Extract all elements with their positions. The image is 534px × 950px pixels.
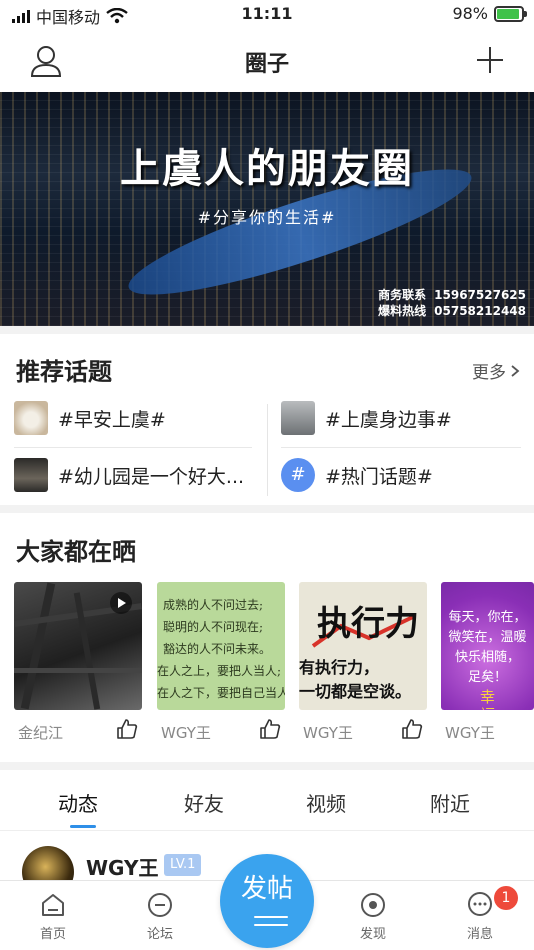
message-badge: 1 xyxy=(494,886,518,910)
nav-label: 消息 xyxy=(466,927,493,942)
showcase-author: WGY王 xyxy=(161,724,211,742)
image-text-line: 每天，你在， xyxy=(448,610,527,625)
post-username[interactable]: WGY王 xyxy=(86,852,159,881)
contact-label: 爆料热线 xyxy=(378,304,427,318)
active-tab-indicator xyxy=(70,825,96,828)
nav-label: 论坛 xyxy=(146,927,173,942)
battery-info: 98% xyxy=(452,4,527,23)
showcase-image: 成熟的人不问过去; 聪明的人不问现在; 豁达的人不问未来。 在人之上，要把人当人… xyxy=(157,582,285,710)
topic-thumbnail xyxy=(14,458,48,492)
image-text-line: 一切都是空谈。 xyxy=(299,682,412,701)
menu-line xyxy=(254,916,288,918)
home-icon xyxy=(42,894,64,916)
banner-contacts: 商务联系 15967527625 爆料热线 05758212448 xyxy=(378,287,526,319)
nav-label: 首页 xyxy=(39,927,66,942)
topic-name: #早安上虞# xyxy=(58,408,166,431)
chevron-right-icon xyxy=(511,364,520,377)
image-text-line: 在人之上，要把人当人; xyxy=(157,664,282,678)
nav-label: 发现 xyxy=(359,927,386,942)
tab-videos[interactable]: 视频 xyxy=(306,788,346,817)
banner-slogan: #分享你的生活# xyxy=(197,208,337,227)
image-text-line: 足矣！ xyxy=(467,670,507,685)
topic-column-divider xyxy=(267,404,268,496)
nav-discover[interactable]: 发现 xyxy=(343,891,403,942)
contact-value: 05758212448 xyxy=(434,304,526,318)
image-text-line: 聪明的人不问现在; xyxy=(163,620,264,634)
showcase-author: WGY王 xyxy=(303,724,353,742)
image-text-line: 执行力 xyxy=(317,604,419,644)
tab-dynamic[interactable]: 动态 xyxy=(58,788,98,817)
showcase-author: WGY王 xyxy=(445,724,495,742)
more-topics-link[interactable]: 更多 xyxy=(472,358,520,383)
page-title: 圈子 xyxy=(244,52,289,77)
topic-item[interactable]: #上虞身边事# xyxy=(281,398,521,438)
section-divider xyxy=(0,326,534,334)
contact-label: 商务联系 xyxy=(378,288,427,302)
showcase-author: 金纪江 xyxy=(18,724,64,742)
status-bar: 中国移动 11:11 98% xyxy=(0,0,534,30)
topic-row-divider xyxy=(281,447,521,448)
topic-item[interactable]: #幼儿园是一个好大... xyxy=(14,455,258,495)
image-text-line: 在人之下，要把自己当人 xyxy=(157,686,285,700)
section-divider xyxy=(0,762,534,770)
section-divider xyxy=(0,505,534,513)
menu-line xyxy=(254,924,288,926)
topics-title: 推荐话题 xyxy=(16,358,112,386)
compass-icon xyxy=(361,893,385,917)
tab-nearby[interactable]: 附近 xyxy=(430,788,470,817)
showcase-card[interactable]: 每天，你在， 微笑在，温暖 快乐相随， 足矣！ 幸福 WGY王 xyxy=(441,582,534,750)
showcase-card[interactable]: 成熟的人不问过去; 聪明的人不问现在; 豁达的人不问未来。 在人之上，要把人当人… xyxy=(157,582,285,750)
showcase-image: 执行力 有执行力， 一切都是空谈。 xyxy=(299,582,427,710)
contact-value: 15967527625 xyxy=(434,288,526,302)
image-text-line: 微笑在，温暖 xyxy=(448,630,527,645)
showcase-title: 大家都在晒 xyxy=(16,538,136,566)
battery-percent: 98% xyxy=(452,4,488,23)
level-badge: LV.1 xyxy=(164,854,202,876)
image-text-line: 有执行力， xyxy=(299,658,380,677)
thumbs-up-icon[interactable] xyxy=(259,718,281,740)
forum-icon xyxy=(148,893,172,917)
feed-tabs: 动态 好友 视频 附近 xyxy=(0,776,534,830)
add-button[interactable] xyxy=(474,44,506,76)
showcase-image: 每天，你在， 微笑在，温暖 快乐相随， 足矣！ 幸福 xyxy=(441,582,534,710)
topic-thumbnail xyxy=(281,401,315,435)
showcase-card[interactable]: 金纪江 xyxy=(14,582,142,750)
promo-banner[interactable]: 上虞人的朋友圈 #分享你的生活# 商务联系 15967527625 爆料热线 057… xyxy=(0,92,534,326)
message-icon xyxy=(468,892,492,916)
image-text-line: 豁达的人不问未来。 xyxy=(163,642,272,656)
tab-friends[interactable]: 好友 xyxy=(184,788,224,817)
image-text-line: 快乐相随， xyxy=(454,650,520,665)
image-text-line: 成熟的人不问过去; xyxy=(163,598,264,612)
nav-home[interactable]: 首页 xyxy=(23,891,83,942)
nav-forum[interactable]: 论坛 xyxy=(130,891,190,942)
topic-name: #上虞身边事# xyxy=(325,408,452,431)
showcase-card[interactable]: 执行力 有执行力， 一切都是空谈。 WGY王 xyxy=(299,582,427,750)
tabs-divider xyxy=(0,830,534,831)
topic-item[interactable]: #早安上虞# xyxy=(14,398,254,438)
thumbs-up-icon[interactable] xyxy=(116,718,138,740)
thumbs-up-icon[interactable] xyxy=(401,718,423,740)
showcase-image xyxy=(14,582,142,710)
hashtag-icon: # xyxy=(281,458,315,492)
create-post-button[interactable]: 发帖 xyxy=(220,854,314,948)
topic-name: #热门话题# xyxy=(325,465,433,488)
topic-item[interactable]: # #热门话题# xyxy=(281,455,521,495)
more-label: 更多 xyxy=(472,363,506,383)
plus-icon xyxy=(477,47,503,73)
create-post-label: 发帖 xyxy=(240,874,293,904)
banner-headline: 上虞人的朋友圈 xyxy=(120,146,414,192)
topic-row-divider xyxy=(14,447,252,448)
topic-name: #幼儿园是一个好大... xyxy=(58,465,245,488)
image-text-line: 幸福 xyxy=(479,688,495,710)
play-icon xyxy=(110,592,132,614)
battery-icon xyxy=(494,5,527,22)
nav-bar: 圈子 xyxy=(0,30,534,92)
topic-thumbnail xyxy=(14,401,48,435)
